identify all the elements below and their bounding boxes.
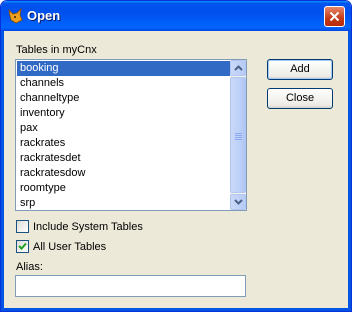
thumb-grip (235, 133, 242, 134)
vertical-scrollbar[interactable] (230, 60, 246, 210)
include-system-tables-label[interactable]: Include System Tables (33, 221, 143, 233)
list-item[interactable]: srp (17, 196, 231, 211)
checkmark-icon (18, 242, 27, 250)
all-user-tables-label[interactable]: All User Tables (33, 241, 106, 253)
add-button[interactable]: Add (267, 59, 333, 80)
scroll-up-button[interactable] (230, 60, 246, 76)
fox-app-icon (8, 8, 23, 24)
tables-list: booking channels channeltype inventory pax ra… (17, 61, 231, 211)
list-item[interactable]: channeltype (17, 91, 231, 106)
close-window-button[interactable] (324, 6, 345, 27)
tables-listbox[interactable]: booking channels channeltype inventory pax ra… (15, 59, 247, 211)
add-button-label: Add (290, 63, 310, 75)
scroll-down-button[interactable] (230, 194, 246, 210)
window-frame-right (348, 31, 351, 311)
list-item[interactable]: roomtype (17, 181, 231, 196)
thumb-grip (235, 135, 242, 136)
close-icon (329, 11, 340, 22)
open-dialog: Open Tables in myCnx booking channels chan… (0, 0, 352, 312)
list-item[interactable]: rackratesdet (17, 151, 231, 166)
close-button[interactable]: Close (267, 88, 333, 109)
all-user-tables-checkbox[interactable] (16, 240, 29, 253)
list-item[interactable]: channels (17, 76, 231, 91)
window-frame-left (1, 31, 4, 311)
title-bar[interactable]: Open (1, 1, 351, 31)
include-system-tables-checkbox[interactable] (16, 220, 29, 233)
chevron-down-icon (234, 199, 243, 205)
window-title: Open (27, 8, 61, 23)
tables-label: Tables in myCnx (16, 44, 97, 56)
thumb-grip (235, 137, 242, 138)
list-item[interactable]: inventory (17, 106, 231, 121)
list-item[interactable]: rackratesdow (17, 166, 231, 181)
alias-label: Alias: (16, 261, 43, 273)
chevron-up-icon (234, 65, 243, 71)
scroll-thumb[interactable] (230, 77, 246, 193)
list-item[interactable]: booking (17, 61, 231, 76)
list-item[interactable]: pax (17, 121, 231, 136)
close-button-label: Close (285, 92, 315, 104)
thumb-grip (235, 139, 242, 140)
alias-input[interactable] (15, 275, 246, 297)
window-frame-bottom (1, 308, 351, 311)
list-item[interactable]: rackrates (17, 136, 231, 151)
